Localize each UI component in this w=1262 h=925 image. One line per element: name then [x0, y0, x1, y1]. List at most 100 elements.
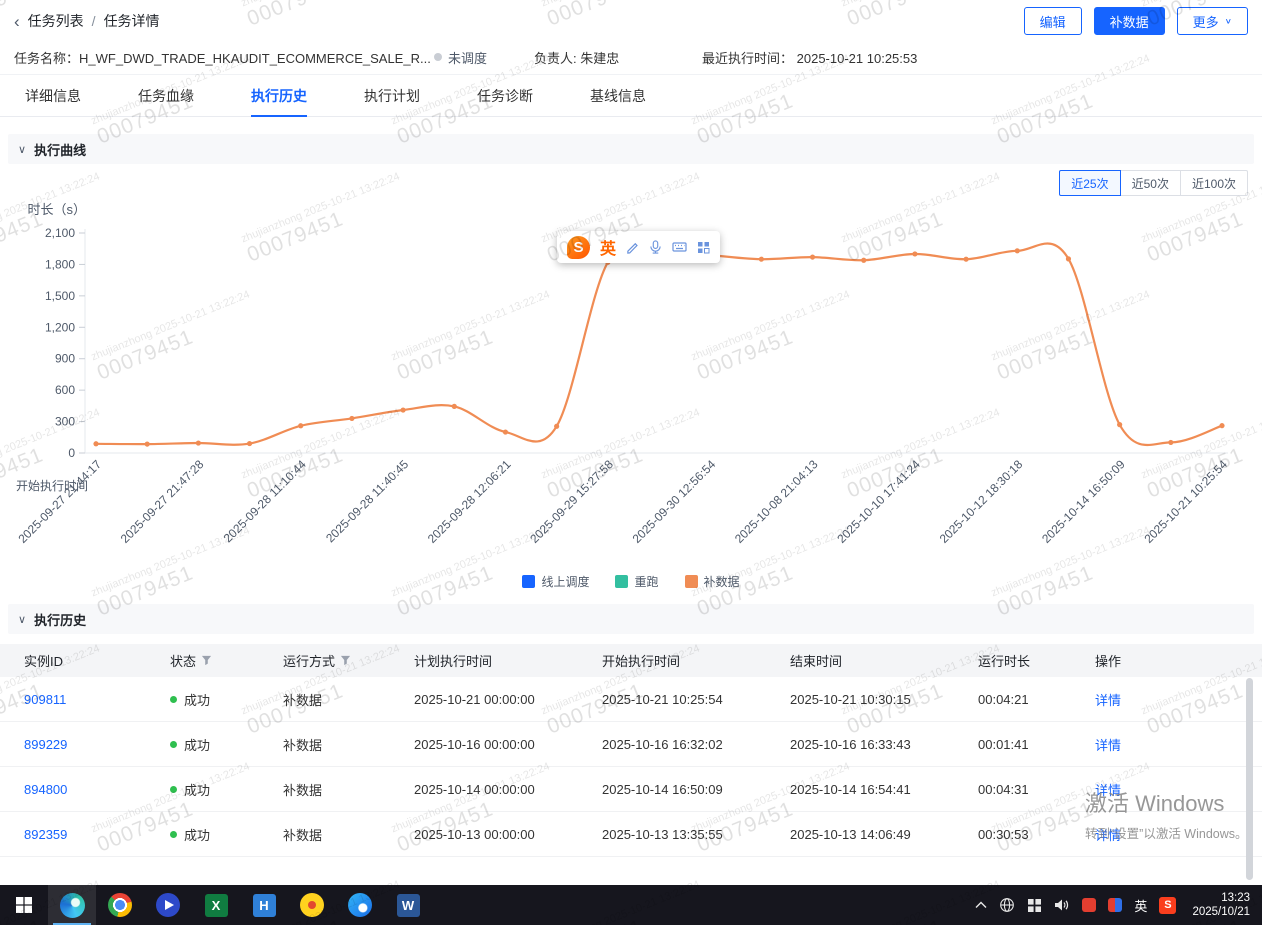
section-exec-history[interactable]: ∨ 执行历史	[8, 604, 1254, 634]
taskbar-edge-button[interactable]	[48, 885, 96, 925]
yellow-app-icon	[300, 893, 324, 917]
end-time-cell: 2025-10-16 16:33:43	[790, 737, 978, 752]
svg-text:900: 900	[55, 352, 75, 366]
tray-app-icon-1[interactable]	[1082, 898, 1096, 912]
taskbar-image-viewer-button[interactable]: H	[240, 885, 288, 925]
range-last-50-button[interactable]: 近50次	[1120, 170, 1181, 196]
edge-icon	[60, 893, 85, 918]
back-icon[interactable]: ‹	[14, 13, 20, 30]
legend-item[interactable]: 重跑	[615, 573, 658, 590]
ime-language-mode[interactable]: 英	[600, 235, 616, 259]
pen-icon[interactable]	[626, 241, 639, 254]
tab-exec-history[interactable]: 执行历史	[251, 76, 307, 116]
tab-diagnosis[interactable]: 任务诊断	[477, 76, 533, 116]
instance-id-link[interactable]: 899229	[24, 737, 170, 752]
taskbar-excel-button[interactable]: X	[192, 885, 240, 925]
start-time-cell: 2025-10-14 16:50:09	[602, 782, 790, 797]
activation-line2: 转到“设置”以激活 Windows。	[1085, 823, 1248, 842]
chrome-icon	[108, 893, 132, 917]
breadcrumb: ‹ 任务列表 / 任务详情	[14, 11, 160, 31]
windows-taskbar: X H W 英 S 13:23 2025/10/21	[0, 885, 1262, 925]
more-button[interactable]: 更多 ∨	[1177, 7, 1248, 35]
grid-icon[interactable]	[697, 241, 710, 254]
section-exec-history-title: 执行历史	[34, 610, 86, 629]
edit-button[interactable]: 编辑	[1024, 7, 1082, 35]
col-status: 状态	[170, 651, 283, 670]
taskbar-yellow-app-button[interactable]	[288, 885, 336, 925]
tray-expand-chevron-icon[interactable]	[975, 901, 987, 909]
legend-swatch-icon	[615, 575, 628, 588]
planned-time-cell: 2025-10-14 00:00:00	[414, 782, 602, 797]
taskbar-thunder-button[interactable]	[336, 885, 384, 925]
svg-text:2025-10-10 17:41:24: 2025-10-10 17:41:24	[834, 457, 923, 546]
backfill-button[interactable]: 补数据	[1094, 7, 1165, 35]
ime-toolbar[interactable]: S 英	[557, 231, 720, 263]
filter-icon[interactable]	[201, 655, 212, 666]
svg-text:2025-10-12 18:30:18: 2025-10-12 18:30:18	[937, 457, 1026, 546]
legend-item[interactable]: 补数据	[685, 573, 740, 590]
svg-text:2025-10-14 16:50:09: 2025-10-14 16:50:09	[1039, 457, 1128, 546]
people-icon[interactable]	[1027, 898, 1042, 913]
start-time-cell: 2025-10-21 10:25:54	[602, 692, 790, 707]
taskbar-time: 13:23	[1192, 891, 1250, 905]
taskbar-word-button[interactable]: W	[384, 885, 432, 925]
mic-icon[interactable]	[649, 240, 662, 254]
taskbar-media-player-button[interactable]	[144, 885, 192, 925]
detail-link[interactable]: 详情	[1095, 690, 1262, 709]
collapse-icon[interactable]: ∨	[18, 143, 26, 156]
network-icon[interactable]	[999, 897, 1015, 913]
table-row: 894800 成功 补数据 2025-10-14 00:00:00 2025-1…	[0, 767, 1262, 812]
task-name-value: H_WF_DWD_TRADE_HKAUDIT_ECOMMERCE_SALE_R.…	[79, 51, 431, 66]
range-last-25-button[interactable]: 近25次	[1059, 170, 1120, 196]
header-actions: 编辑 补数据 更多 ∨	[1024, 7, 1248, 35]
collapse-icon[interactable]: ∨	[18, 613, 26, 626]
volume-icon[interactable]	[1054, 898, 1070, 912]
success-dot-icon	[170, 786, 177, 793]
tab-detail-info[interactable]: 详细信息	[25, 76, 81, 116]
svg-text:300: 300	[55, 415, 75, 429]
taskbar-date: 2025/10/21	[1192, 905, 1250, 919]
history-table-header: 实例ID 状态 运行方式 计划执行时间 开始执行时间 结束时间 运行时长 操作	[0, 644, 1262, 677]
tabs-bar: 详细信息 任务血缘 执行历史 执行计划 任务诊断 基线信息	[0, 76, 1262, 117]
legend-label: 线上调度	[541, 573, 589, 590]
tab-exec-plan[interactable]: 执行计划	[364, 76, 420, 116]
taskbar-clock[interactable]: 13:23 2025/10/21	[1188, 891, 1254, 919]
thunder-icon	[348, 893, 372, 917]
instance-id-link[interactable]: 892359	[24, 827, 170, 842]
tray-app-icon-2[interactable]	[1108, 898, 1122, 912]
section-exec-curve[interactable]: ∨ 执行曲线	[8, 134, 1254, 164]
filter-icon[interactable]	[340, 655, 351, 666]
chart-legend: 线上调度 重跑 补数据	[0, 573, 1262, 590]
status-text: 成功	[184, 825, 210, 844]
word-icon: W	[397, 894, 420, 917]
duration-cell: 00:04:31	[978, 782, 1095, 797]
success-dot-icon	[170, 696, 177, 703]
start-time-cell: 2025-10-16 16:32:02	[602, 737, 790, 752]
instance-id-link[interactable]: 894800	[24, 782, 170, 797]
start-button[interactable]	[0, 885, 48, 925]
range-last-100-button[interactable]: 近100次	[1180, 170, 1248, 196]
activation-line1: 激活 Windows	[1085, 786, 1248, 818]
vertical-scrollbar[interactable]	[1246, 678, 1253, 880]
input-language-indicator[interactable]: 英	[1134, 896, 1147, 915]
tab-lineage[interactable]: 任务血缘	[138, 76, 194, 116]
planned-time-cell: 2025-10-16 00:00:00	[414, 737, 602, 752]
taskbar-chrome-button[interactable]	[96, 885, 144, 925]
svg-text:2025-09-28 12:06:21: 2025-09-28 12:06:21	[425, 457, 514, 546]
breadcrumb-task-list[interactable]: 任务列表	[28, 11, 84, 31]
svg-text:2025-09-27 21:44:17: 2025-09-27 21:44:17	[15, 457, 104, 546]
last-exec-label: 最近执行时间：	[702, 51, 793, 66]
sogou-tray-icon[interactable]: S	[1159, 897, 1176, 914]
top-bar: ‹ 任务列表 / 任务详情 编辑 补数据 更多 ∨	[0, 0, 1262, 42]
legend-item[interactable]: 线上调度	[522, 573, 589, 590]
col-duration: 运行时长	[978, 651, 1095, 670]
instance-id-link[interactable]: 909811	[24, 692, 170, 707]
windows-activation-watermark: 激活 Windows 转到“设置”以激活 Windows。	[1085, 786, 1248, 842]
detail-link[interactable]: 详情	[1095, 735, 1262, 754]
tab-baseline[interactable]: 基线信息	[590, 76, 646, 116]
table-row: 899229 成功 补数据 2025-10-16 00:00:00 2025-1…	[0, 722, 1262, 767]
sogou-logo-icon[interactable]: S	[567, 236, 590, 259]
task-detail-page: ‹ 任务列表 / 任务详情 编辑 补数据 更多 ∨ 任务名称：H_WF_DWD_…	[0, 0, 1262, 925]
svg-text:1,500: 1,500	[45, 289, 75, 303]
keyboard-icon[interactable]	[672, 241, 687, 253]
